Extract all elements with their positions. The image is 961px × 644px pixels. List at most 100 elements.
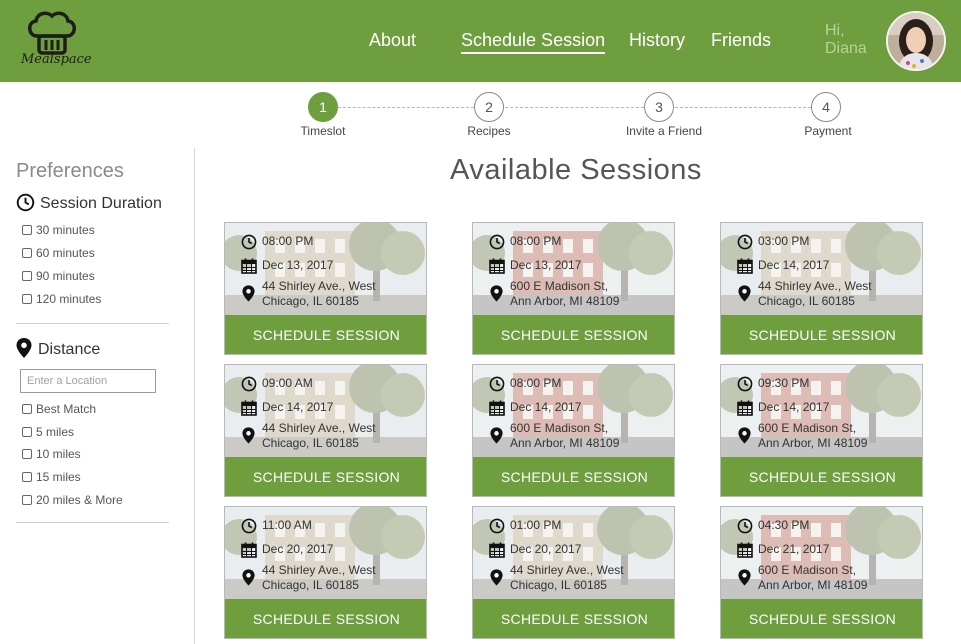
- nav-history[interactable]: History: [629, 30, 685, 51]
- map-pin-icon: [242, 285, 255, 302]
- avatar[interactable]: [886, 11, 946, 71]
- calendar-icon: [489, 542, 505, 558]
- session-card: 08:00 PM Dec 13, 2017 600 E Madison St,: [472, 222, 675, 355]
- duration-option[interactable]: 30 minutes: [22, 223, 95, 237]
- checkbox[interactable]: [22, 404, 32, 414]
- session-card: 08:00 PM Dec 13, 2017 44 Shirley Ave., W…: [224, 222, 427, 355]
- date-text: Dec 13, 2017: [262, 258, 334, 272]
- mealspace-logo[interactable]: Mealspace: [20, 8, 92, 74]
- address-line-1: 44 Shirley Ave., West: [262, 279, 376, 293]
- checkbox[interactable]: [22, 449, 32, 459]
- sidebar-divider: [16, 323, 169, 324]
- clock-icon: [489, 234, 505, 250]
- step-4-circle[interactable]: 4: [811, 92, 841, 122]
- step-2-label: Recipes: [467, 124, 511, 138]
- session-card: 01:00 PM Dec 20, 2017 44 Shirley Ave., W…: [472, 506, 675, 639]
- map-pin-icon: [490, 427, 503, 444]
- checkbox[interactable]: [22, 472, 32, 482]
- preferences-title: Preferences: [16, 160, 124, 182]
- address-line-1: 44 Shirley Ave., West: [262, 563, 376, 577]
- step-4-label: Payment: [804, 124, 852, 138]
- checkbox[interactable]: [22, 225, 32, 235]
- location-input[interactable]: [20, 369, 156, 393]
- duration-option[interactable]: 120 minutes: [22, 292, 101, 306]
- map-pin-icon: [242, 569, 255, 586]
- schedule-session-button[interactable]: SCHEDULE SESSION: [473, 457, 674, 496]
- map-pin-icon: [16, 338, 32, 358]
- time-text: 09:00 AM: [262, 376, 313, 390]
- time-text: 11:00 AM: [262, 518, 312, 532]
- address-line-2: Chicago, IL 60185: [262, 294, 359, 308]
- sidebar-divider: [16, 522, 169, 523]
- calendar-icon: [241, 400, 257, 416]
- session-duration-heading: Session Duration: [16, 193, 162, 213]
- date-text: Dec 13, 2017: [510, 258, 582, 272]
- address-text: 600 E Madison St, Ann Arbor, MI 48109: [758, 421, 867, 451]
- session-card: 04:30 PM Dec 21, 2017 600 E Madison St,: [720, 506, 923, 639]
- schedule-session-button[interactable]: SCHEDULE SESSION: [473, 599, 674, 638]
- schedule-session-button[interactable]: SCHEDULE SESSION: [721, 457, 922, 496]
- top-navbar: Mealspace About Schedule Session History…: [0, 0, 961, 82]
- page-title: Available Sessions: [450, 154, 702, 186]
- address-line-1: 44 Shirley Ave., West: [262, 421, 376, 435]
- address-text: 600 E Madison St, Ann Arbor, MI 48109: [510, 279, 619, 309]
- address-line-2: Ann Arbor, MI 48109: [758, 436, 868, 450]
- duration-option[interactable]: 90 minutes: [22, 269, 95, 283]
- checkbox[interactable]: [22, 248, 32, 258]
- distance-option[interactable]: 15 miles: [22, 470, 81, 484]
- checkbox[interactable]: [22, 495, 32, 505]
- nav-schedule-session[interactable]: Schedule Session: [461, 30, 606, 54]
- calendar-icon: [489, 400, 505, 416]
- address-line-1: 44 Shirley Ave., West: [758, 279, 872, 293]
- schedule-session-button[interactable]: SCHEDULE SESSION: [225, 599, 426, 638]
- date-text: Dec 14, 2017: [510, 400, 582, 414]
- schedule-session-button[interactable]: SCHEDULE SESSION: [225, 457, 426, 496]
- session-card: 09:30 PM Dec 14, 2017 600 E Madison St,: [720, 364, 923, 497]
- step-1-label: Timeslot: [300, 124, 346, 138]
- address-text: 44 Shirley Ave., West Chicago, IL 60185: [262, 279, 376, 309]
- checkbox[interactable]: [22, 271, 32, 281]
- step-2-circle[interactable]: 2: [474, 92, 504, 122]
- step-1-circle[interactable]: 1: [308, 92, 338, 122]
- nav-about[interactable]: About: [369, 30, 416, 51]
- address-text: 44 Shirley Ave., West Chicago, IL 60185: [510, 563, 624, 593]
- user-greeting: Hi, Diana: [825, 22, 867, 58]
- schedule-session-button[interactable]: SCHEDULE SESSION: [225, 315, 426, 354]
- checkbox[interactable]: [22, 294, 32, 304]
- address-line-1: 600 E Madison St,: [510, 279, 609, 293]
- step-3-circle[interactable]: 3: [644, 92, 674, 122]
- schedule-session-button[interactable]: SCHEDULE SESSION: [721, 315, 922, 354]
- step-connector: [675, 107, 811, 108]
- address-line-2: Chicago, IL 60185: [262, 436, 359, 450]
- map-pin-icon: [490, 285, 503, 302]
- nav-friends[interactable]: Friends: [711, 30, 771, 51]
- schedule-session-button[interactable]: SCHEDULE SESSION: [473, 315, 674, 354]
- time-text: 09:30 PM: [758, 376, 810, 390]
- greeting-hi: Hi,: [825, 22, 845, 39]
- distance-heading: Distance: [16, 338, 100, 359]
- clock-icon: [737, 518, 753, 534]
- checkbox[interactable]: [22, 427, 32, 437]
- distance-option[interactable]: Best Match: [22, 402, 96, 416]
- address-line-1: 44 Shirley Ave., West: [510, 563, 624, 577]
- schedule-session-button[interactable]: SCHEDULE SESSION: [721, 599, 922, 638]
- distance-option[interactable]: 10 miles: [22, 447, 81, 461]
- address-line-2: Ann Arbor, MI 48109: [758, 578, 868, 592]
- duration-option[interactable]: 60 minutes: [22, 246, 95, 260]
- date-text: Dec 21, 2017: [758, 542, 830, 556]
- distance-option[interactable]: 20 miles & More: [22, 493, 123, 507]
- calendar-icon: [737, 400, 753, 416]
- option-label: 120 minutes: [36, 292, 102, 306]
- session-card: 09:00 AM Dec 14, 2017 44 Shirley Ave., W…: [224, 364, 427, 497]
- clock-icon: [241, 234, 257, 250]
- option-label: 10 miles: [36, 447, 81, 461]
- address-text: 44 Shirley Ave., West Chicago, IL 60185: [262, 421, 376, 451]
- option-label: Best Match: [36, 402, 97, 416]
- clock-icon: [489, 518, 505, 534]
- date-text: Dec 14, 2017: [758, 258, 830, 272]
- distance-option[interactable]: 5 miles: [22, 425, 74, 439]
- address-line-2: Ann Arbor, MI 48109: [510, 294, 620, 308]
- step-connector: [505, 107, 644, 108]
- chef-hat-icon: [28, 11, 76, 55]
- clock-icon: [489, 376, 505, 392]
